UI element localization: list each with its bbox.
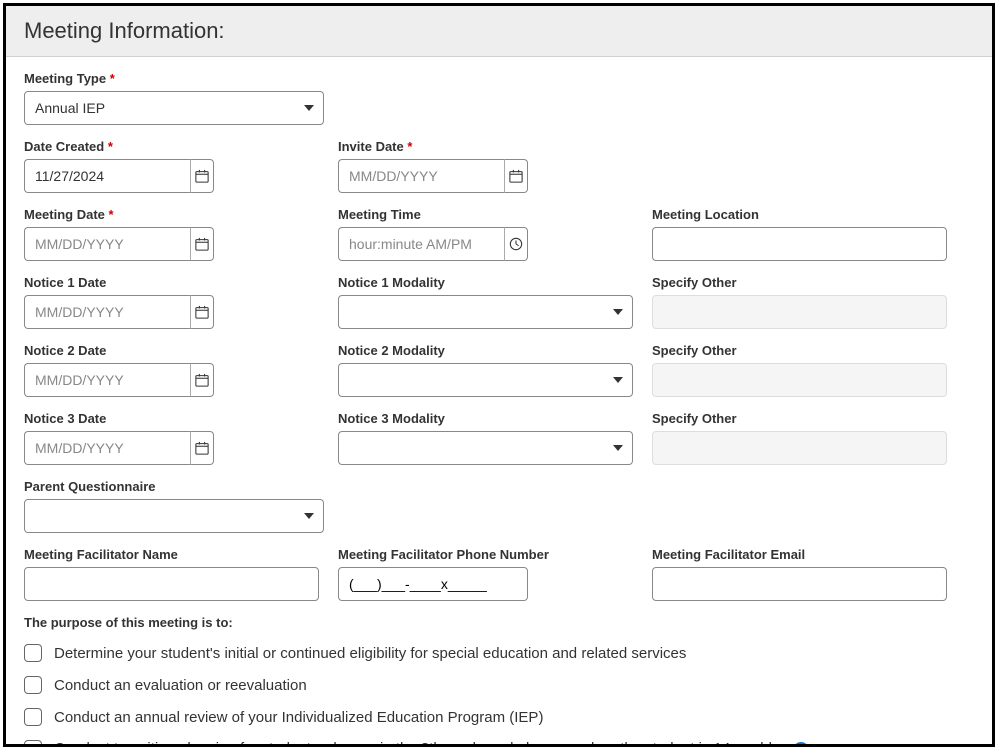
purpose-label-3: Conduct transition planning for students…	[54, 740, 809, 747]
calendar-icon[interactable]	[190, 227, 214, 261]
date-created-label: Date Created *	[24, 139, 338, 154]
invite-date-input[interactable]	[338, 159, 504, 193]
notice3-modality-label: Notice 3 Modality	[338, 411, 652, 426]
facilitator-name-label: Meeting Facilitator Name	[24, 547, 338, 562]
notice2-date-input[interactable]	[24, 363, 190, 397]
facilitator-email-label: Meeting Facilitator Email	[652, 547, 966, 562]
date-created-input[interactable]	[24, 159, 190, 193]
meeting-time-input[interactable]	[338, 227, 504, 261]
calendar-icon[interactable]	[190, 159, 214, 193]
specify-other1-input	[652, 295, 947, 329]
specify-other2-input	[652, 363, 947, 397]
meeting-location-input[interactable]	[652, 227, 947, 261]
page-title: Meeting Information:	[6, 6, 992, 57]
invite-date-label: Invite Date *	[338, 139, 652, 154]
notice3-date-label: Notice 3 Date	[24, 411, 338, 426]
notice3-modality-select[interactable]	[338, 431, 633, 465]
clock-icon[interactable]	[504, 227, 528, 261]
facilitator-phone-input[interactable]	[338, 567, 528, 601]
notice1-date-input[interactable]	[24, 295, 190, 329]
meeting-date-label: Meeting Date *	[24, 207, 338, 222]
notice1-modality-label: Notice 1 Modality	[338, 275, 652, 290]
specify-other3-input	[652, 431, 947, 465]
calendar-icon[interactable]	[190, 431, 214, 465]
calendar-icon[interactable]	[504, 159, 528, 193]
purpose-checkbox-0[interactable]	[24, 644, 42, 662]
notice1-date-label: Notice 1 Date	[24, 275, 338, 290]
facilitator-name-input[interactable]	[24, 567, 319, 601]
meeting-location-label: Meeting Location	[652, 207, 966, 222]
specify-other3-label: Specify Other	[652, 411, 966, 426]
notice2-modality-select[interactable]	[338, 363, 633, 397]
parent-questionnaire-label: Parent Questionnaire	[24, 479, 338, 494]
calendar-icon[interactable]	[190, 295, 214, 329]
meeting-time-label: Meeting Time	[338, 207, 652, 222]
notice3-date-input[interactable]	[24, 431, 190, 465]
specify-other1-label: Specify Other	[652, 275, 966, 290]
purpose-checkbox-3[interactable]	[24, 740, 42, 747]
purpose-checkbox-2[interactable]	[24, 708, 42, 726]
purpose-checkbox-1[interactable]	[24, 676, 42, 694]
specify-other2-label: Specify Other	[652, 343, 966, 358]
facilitator-phone-label: Meeting Facilitator Phone Number	[338, 547, 652, 562]
notice1-modality-select[interactable]	[338, 295, 633, 329]
meeting-type-label: Meeting Type *	[24, 71, 338, 86]
info-icon[interactable]: i	[793, 742, 809, 747]
calendar-icon[interactable]	[190, 363, 214, 397]
notice2-date-label: Notice 2 Date	[24, 343, 338, 358]
parent-questionnaire-select[interactable]	[24, 499, 324, 533]
purpose-label-2: Conduct an annual review of your Individ…	[54, 709, 543, 726]
purpose-label-1: Conduct an evaluation or reevaluation	[54, 677, 307, 694]
purpose-heading: The purpose of this meeting is to:	[24, 615, 974, 630]
notice2-modality-label: Notice 2 Modality	[338, 343, 652, 358]
facilitator-email-input[interactable]	[652, 567, 947, 601]
meeting-date-input[interactable]	[24, 227, 190, 261]
meeting-type-select[interactable]: Annual IEP	[24, 91, 324, 125]
purpose-label-0: Determine your student's initial or cont…	[54, 645, 686, 662]
